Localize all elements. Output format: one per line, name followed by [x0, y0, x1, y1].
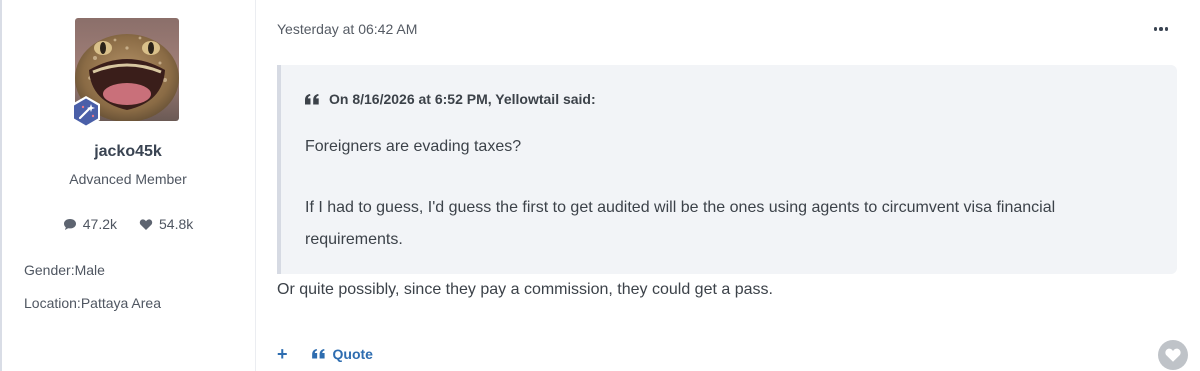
quote-citation[interactable]: On 8/16/2026 at 6:52 PM, Yellowtail said… — [305, 91, 596, 107]
quote-mark-icon — [311, 349, 325, 359]
post-count-value: 47.2k — [82, 216, 117, 232]
quote-paragraph: If I had to guess, I'd guess the first t… — [305, 199, 1056, 248]
quote-button[interactable]: Quote — [311, 346, 373, 362]
post-actions: + Quote — [277, 344, 373, 364]
author-stats: 47.2k 54.8k — [0, 216, 256, 232]
quote-paragraph: Foreigners are evading taxes? — [305, 138, 522, 155]
multiquote-add-button[interactable]: + — [277, 344, 288, 364]
heart-icon — [1165, 348, 1181, 362]
post-timestamp[interactable]: Yesterday at 06:42 AM — [277, 21, 417, 37]
post-content: Yesterday at 06:42 AM On 8/16/2026 at 6:… — [257, 0, 1200, 371]
quote-mark-icon — [305, 93, 319, 104]
post-body: Or quite possibly, since they pay a comm… — [277, 281, 773, 298]
more-dot-icon — [1164, 27, 1169, 31]
like-button[interactable] — [1158, 340, 1188, 370]
author-gender: Gender:Male — [24, 262, 105, 278]
rank-badge-icon — [72, 96, 100, 128]
reaction-count: 54.8k — [139, 216, 193, 232]
author-title: Advanced Member — [69, 171, 187, 187]
quote-button-label: Quote — [332, 346, 373, 362]
more-dot-icon — [1153, 27, 1158, 31]
quoted-post: On 8/16/2026 at 6:52 PM, Yellowtail said… — [277, 65, 1177, 274]
author-location: Location:Pattaya Area — [24, 295, 161, 311]
quote-citation-text: On 8/16/2026 at 6:52 PM, Yellowtail said… — [329, 91, 596, 107]
avatar-container — [72, 18, 179, 128]
author-panel: jacko45k Advanced Member 47.2k 54.8k Gen… — [0, 0, 256, 371]
author-name[interactable]: jacko45k — [0, 143, 256, 161]
post-count: 47.2k — [63, 216, 117, 232]
heart-icon — [139, 218, 153, 230]
more-dot-icon — [1159, 27, 1163, 31]
comment-icon — [63, 218, 76, 230]
reaction-count-value: 54.8k — [159, 216, 194, 232]
more-options-button[interactable] — [1150, 19, 1172, 39]
forum-post: jacko45k Advanced Member 47.2k 54.8k Gen… — [0, 0, 1200, 371]
